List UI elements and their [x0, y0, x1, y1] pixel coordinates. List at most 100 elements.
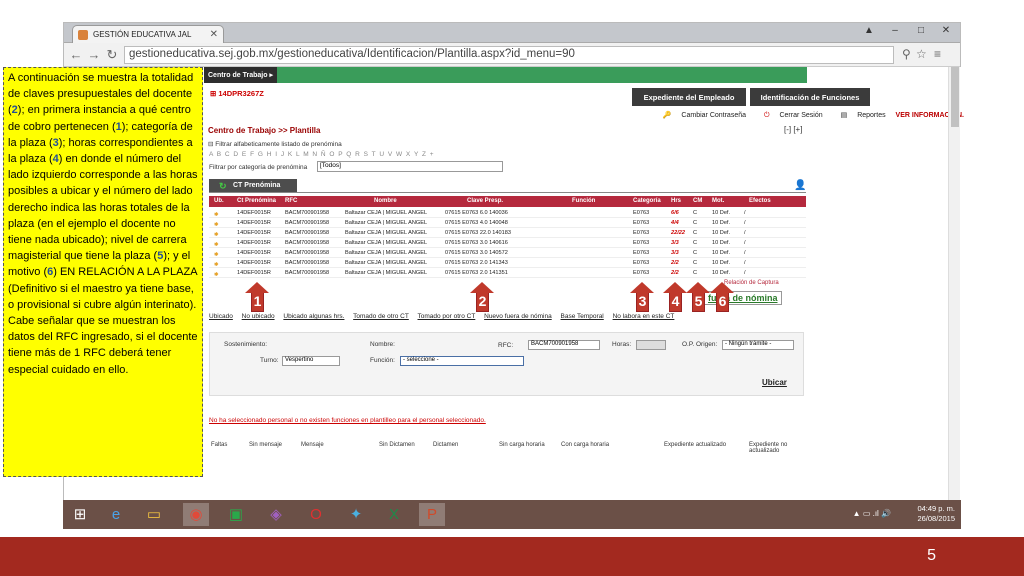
legend-no-labora[interactable]: No labora en este CT	[613, 313, 675, 320]
funcion-select[interactable]: - seleccione -	[400, 356, 524, 366]
cell-hrs: 3/3	[671, 250, 679, 256]
table-row[interactable]: ○ ✱ 14DEF0015R BACM700901958 Baltazar CEJA …	[209, 258, 806, 268]
legend-tomado-otro[interactable]: Tomado de otro CT	[353, 313, 409, 320]
scrollbar-thumb[interactable]	[951, 67, 959, 127]
ct-menu-button[interactable]: Centro de Trabajo ▸	[204, 67, 277, 83]
person-icon: 👤	[794, 180, 807, 191]
filter-toggle[interactable]: ⊟ Filtrar alfabeticamente listado de pre…	[208, 140, 342, 148]
start-windows-icon[interactable]: ⊞	[67, 503, 93, 526]
table-row[interactable]: ○ ✱ 14DEF0015R BACM700901958 Baltazar CEJA …	[209, 208, 806, 218]
col-efectos: Efectos	[749, 198, 771, 204]
cell-mot: 10 Def.	[712, 230, 731, 236]
arrow-1: 1	[245, 282, 270, 312]
legend-base-temporal[interactable]: Base Temporal	[561, 313, 604, 320]
clock-date: 26/08/2015	[917, 514, 955, 523]
maximize-icon[interactable]: □	[910, 25, 932, 36]
expediente-button[interactable]: Expediente del Empleado	[632, 88, 746, 106]
tab-close-icon[interactable]: ✕	[210, 29, 218, 40]
clock[interactable]: 04:49 p. m. 26/08/2015	[917, 504, 955, 524]
col-rfc: RFC	[285, 198, 298, 204]
cell-ef: /	[744, 230, 746, 236]
ubicar-button[interactable]: Ubicar	[762, 378, 787, 387]
collapse-toggle[interactable]: [-] [+]	[784, 125, 802, 134]
table-row[interactable]: ○ ✱ 14DEF0015R BACM700901958 Baltazar CEJA …	[209, 268, 806, 278]
app-icon[interactable]: ◈	[263, 503, 289, 526]
legend-ubicado-algunas[interactable]: Ubicado algunas hrs.	[283, 313, 344, 320]
foot-sin-carga: Sin carga horaria	[499, 442, 545, 448]
cell-clave: 07615 E0763 4.0 140048	[445, 220, 508, 226]
identificacion-button[interactable]: Identificación de Funciones	[750, 88, 870, 106]
slide-number: 5	[927, 547, 936, 564]
network-app-icon[interactable]: ✦	[343, 503, 369, 526]
cell-nombre: Baltazar CEJA | MIGUEL ANGEL	[345, 250, 428, 256]
reports-icon: ▤	[840, 112, 848, 119]
store-icon[interactable]: ▣	[223, 503, 249, 526]
legend-no-ubicado[interactable]: No ubicado	[242, 313, 275, 320]
logout-link[interactable]: ⏻ Cerrar Sesión	[756, 112, 823, 119]
cell-nombre: Baltazar CEJA | MIGUEL ANGEL	[345, 260, 428, 266]
legend-ubicado[interactable]: Ubicado	[209, 313, 233, 320]
cell-clave: 07615 E0763 3.0 140616	[445, 240, 508, 246]
powerpoint-icon[interactable]: P	[419, 503, 445, 526]
cell-rfc: BACM700901958	[285, 260, 330, 266]
arrow-2: 2	[470, 282, 495, 312]
sostenimiento-label: Sostenimiento:	[224, 341, 267, 348]
cell-cat: E0763	[633, 220, 650, 226]
reports-link-label: Reportes	[857, 112, 886, 119]
table-header: Ub. Ct Prenómina RFC Nombre Clave Presp.…	[209, 196, 806, 207]
cell-ef: /	[744, 260, 746, 266]
cell-cat: E0763	[633, 250, 650, 256]
rfc-field[interactable]: BACM700901958	[528, 340, 600, 350]
arrow-5-label: 5	[694, 293, 703, 309]
password-link[interactable]: 🔑 Cambiar Contraseña	[655, 112, 746, 119]
forward-icon[interactable]: →	[86, 47, 102, 62]
explanation-callout: A continuación se muestra la totalidad d…	[3, 67, 203, 477]
nombre-label: Nombre:	[370, 341, 395, 348]
horas-field[interactable]	[636, 340, 666, 350]
browser-tab[interactable]: GESTIÓN EDUCATIVA JAL ✕	[72, 25, 224, 43]
origen-select[interactable]: - Ningún trámite -	[722, 340, 794, 350]
reload-icon[interactable]: ↻	[104, 47, 120, 63]
ct-code-text: 14DPR3267Z	[218, 89, 264, 98]
turno-select[interactable]: Vespertino	[282, 356, 340, 366]
category-select[interactable]: [Todos]	[317, 161, 503, 172]
table-row[interactable]: ○ ✱ 14DEF0015R BACM700901958 Baltazar CEJA …	[209, 238, 806, 248]
alphabet-filter[interactable]: A B C D E F G H I J K L M N Ñ O P Q R S …	[209, 151, 435, 158]
user-icon[interactable]: ▲	[858, 25, 880, 36]
slide: GESTIÓN EDUCATIVA JAL ✕ ▲ – □ ✕ ← → ↻ ge…	[0, 0, 1024, 576]
legend-nuevo-fuera[interactable]: Nuevo fuera de nómina	[484, 313, 552, 320]
bookmark-star-icon[interactable]: ☆	[916, 47, 927, 61]
legend-tomado-por-otro[interactable]: Tomado por otro CT	[418, 313, 476, 320]
zoom-icon[interactable]: ⚲	[902, 47, 911, 61]
back-icon[interactable]: ←	[68, 47, 84, 62]
table-row[interactable]: ○ ✱ 14DEF0015R BACM700901958 Baltazar CEJA …	[209, 228, 806, 238]
arrow-5: 5	[686, 282, 711, 312]
tab-ct-prenomina[interactable]: ↻ CT Prenómina	[209, 179, 297, 192]
cell-cm: C	[693, 210, 698, 216]
opera-icon[interactable]: O	[303, 503, 329, 526]
cell-rfc: BACM700901958	[285, 270, 330, 276]
explorer-folder-icon[interactable]: ▭	[141, 503, 167, 526]
minimize-icon[interactable]: –	[884, 25, 906, 36]
col-funcion: Función	[572, 198, 596, 204]
cell-hrs: 3/3	[671, 240, 679, 246]
table-row[interactable]: ○ ✱ 14DEF0015R BACM700901958 Baltazar CEJA …	[209, 248, 806, 258]
ie-icon[interactable]: e	[103, 503, 129, 526]
menu-icon[interactable]: ≡	[934, 47, 941, 61]
close-window-icon[interactable]: ✕	[935, 25, 957, 36]
cell-nombre: Baltazar CEJA | MIGUEL ANGEL	[345, 230, 428, 236]
system-tray[interactable]: ▲ ▭ .ıl 🔊	[853, 509, 891, 518]
arrow-3-label: 3	[638, 293, 647, 309]
excel-icon[interactable]: X	[381, 503, 407, 526]
table-row[interactable]: ○ ✱ 14DEF0015R BACM700901958 Baltazar CEJA …	[209, 218, 806, 228]
page-scrollbar[interactable]	[948, 67, 960, 503]
cell-nombre: Baltazar CEJA | MIGUEL ANGEL	[345, 270, 428, 276]
col-mot: Mot.	[712, 198, 725, 204]
chrome-icon[interactable]: ◉	[183, 503, 209, 526]
col-clave: Clave Presp.	[467, 198, 504, 204]
cell-cm: C	[693, 220, 698, 226]
clock-time: 04:49 p. m.	[917, 504, 955, 513]
url-field[interactable]: gestioneducativa.sej.gob.mx/gestioneduca…	[124, 46, 894, 64]
col-cm: CM	[693, 198, 703, 204]
reports-link[interactable]: ▤ Reportes	[833, 112, 886, 119]
